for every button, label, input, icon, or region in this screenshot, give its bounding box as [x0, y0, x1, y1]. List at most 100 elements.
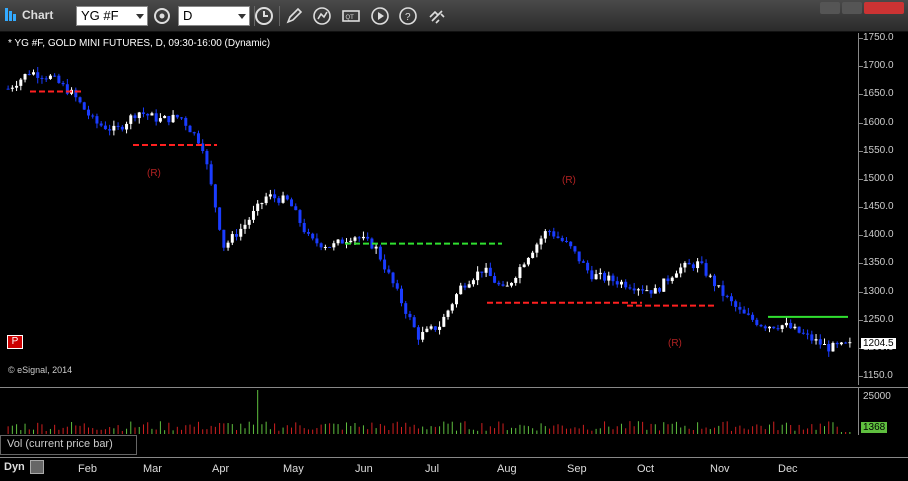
month-label: Oct: [637, 463, 655, 475]
maximize-button[interactable]: [842, 2, 862, 14]
candle-down: [40, 77, 44, 79]
candle-up: [268, 194, 272, 197]
candle-down: [590, 270, 594, 280]
price-tick-label: 1700.0: [863, 60, 894, 72]
candle-down: [315, 238, 319, 244]
candle-up: [539, 238, 543, 245]
price-tick-label: 1600.0: [863, 116, 894, 128]
candle-down: [658, 288, 662, 292]
gear-icon: [154, 8, 170, 24]
reversal-annotation: (R): [562, 175, 576, 186]
candle-down: [218, 207, 222, 230]
candle-up: [696, 261, 700, 269]
candle-up: [10, 87, 14, 89]
candle-down: [99, 123, 103, 126]
candle-down: [175, 114, 179, 118]
candle-down: [581, 261, 585, 263]
candle-up: [683, 262, 687, 268]
candle-down: [776, 328, 780, 330]
price-tick-label: 1250.0: [863, 313, 894, 325]
dyn-toggle-button[interactable]: [30, 460, 44, 474]
price-tick-label: 1150.0: [863, 370, 893, 381]
candle-down: [801, 332, 805, 334]
candle-down: [53, 75, 57, 77]
candle-up: [526, 257, 530, 265]
candle-down: [196, 133, 200, 144]
reversal-annotation: (R): [147, 168, 161, 179]
candle-up: [421, 331, 425, 340]
candle-down: [577, 251, 581, 262]
price-axis[interactable]: 1750.0 1700.0 1650.0 1600.0 1550.0 1500.0 1450…: [858, 32, 908, 385]
candle-down: [548, 231, 552, 233]
link-button[interactable]: [426, 5, 448, 27]
refresh-symbol-button[interactable]: [151, 5, 173, 27]
play-button[interactable]: [369, 5, 391, 27]
quote-button[interactable]: QT: [340, 5, 362, 27]
interval-selector[interactable]: D: [178, 6, 250, 26]
candle-down: [387, 269, 391, 273]
candle-up: [598, 272, 602, 275]
volume-canvas: [7, 390, 851, 434]
svg-text:QT: QT: [346, 15, 355, 21]
candle-down: [273, 194, 277, 199]
candle-up: [353, 237, 357, 241]
candle-up: [814, 339, 818, 341]
candle-up: [442, 316, 446, 327]
close-button[interactable]: [864, 2, 904, 14]
price-tick-label: 1350.0: [863, 257, 894, 269]
copyright-text: © eSignal, 2014: [8, 365, 73, 375]
candle-up: [247, 219, 251, 225]
candle-down: [835, 342, 839, 345]
candle-up: [514, 278, 518, 283]
month-label: Feb: [78, 463, 97, 475]
time-axis[interactable]: Dyn Feb Mar Apr May Jun Jul Aug Sep Oct Nov Dec: [0, 457, 908, 481]
candle-up: [823, 343, 827, 345]
minimize-button[interactable]: [820, 2, 840, 14]
month-label: Aug: [497, 463, 517, 475]
price-tick-label: 1450.0: [863, 201, 894, 212]
interval-value: D: [183, 8, 193, 23]
candle-up: [129, 115, 133, 124]
candle-up: [505, 285, 509, 287]
candle-up: [450, 304, 454, 311]
svg-text:?: ?: [405, 12, 411, 23]
formula-button[interactable]: [311, 5, 333, 27]
candle-up: [674, 273, 678, 278]
candle-down: [488, 267, 492, 277]
price-tick-label: 1750.0: [863, 32, 894, 43]
volume-axis[interactable]: 25000 1368: [858, 387, 908, 435]
candle-down: [497, 282, 501, 285]
help-icon: ?: [399, 7, 417, 25]
chevron-down-icon[interactable]: [136, 14, 144, 19]
candle-down: [603, 272, 607, 281]
candle-down: [704, 263, 708, 276]
candle-up: [226, 242, 230, 248]
candle-up: [336, 239, 340, 244]
candle-down: [844, 342, 848, 344]
symbol-selector[interactable]: YG #F: [76, 6, 148, 26]
candle-down: [433, 326, 437, 330]
clock-button[interactable]: [253, 5, 275, 27]
candle-up: [476, 271, 480, 281]
price-chart[interactable]: * YG #F, GOLD MINI FUTURES, D, 09:30-16:…: [0, 33, 858, 385]
candle-up: [23, 74, 27, 80]
candle-down: [91, 115, 95, 117]
candle-down: [586, 262, 590, 271]
draw-button[interactable]: [283, 5, 305, 27]
toolbar-divider: [279, 6, 280, 26]
volume-study-label: Vol (current price bar): [0, 435, 137, 455]
chart-window-icon: [5, 8, 16, 21]
candle-down: [573, 246, 577, 252]
candle-down: [641, 289, 645, 291]
volume-panel[interactable]: [0, 387, 858, 435]
price-chart-canvas[interactable]: [0, 33, 858, 385]
candle-down: [78, 97, 82, 103]
candle-up: [594, 274, 598, 280]
candle-up: [509, 282, 513, 286]
chevron-down-icon[interactable]: [238, 14, 246, 19]
window-title: Chart: [22, 8, 54, 22]
p-button[interactable]: P: [7, 335, 23, 349]
month-label: Dec: [778, 463, 798, 475]
help-button[interactable]: ?: [397, 5, 419, 27]
clock-icon: [255, 7, 273, 25]
